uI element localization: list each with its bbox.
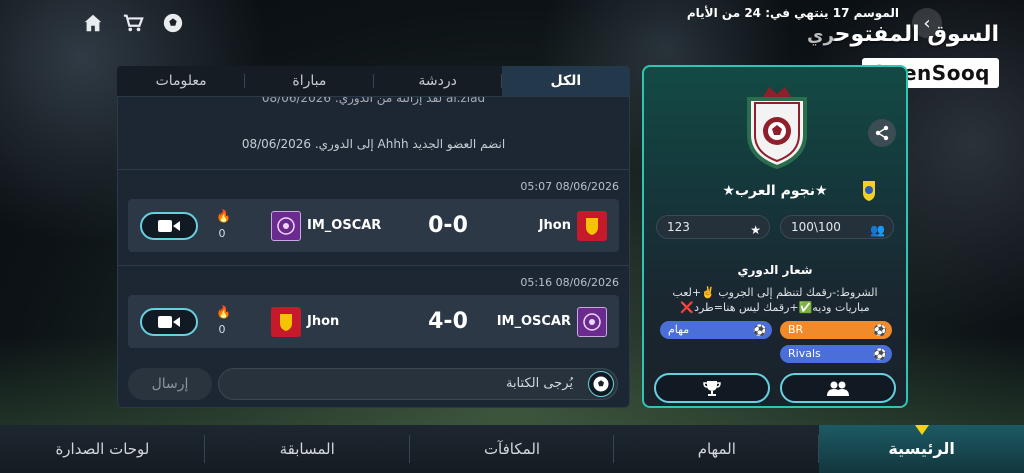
league-crest-icon [747,87,807,169]
fire-icon: 🔥 [216,305,231,319]
members-stat: 100\100 👥 [780,215,894,239]
fire-icon: 🔥 [216,209,231,223]
br-tag: BR ⚽ [780,321,892,339]
chat-placeholder: يُرجى الكتابة [505,376,573,391]
feed-tabs: الكل دردشة مباراة معلومات [117,66,630,96]
tab-match[interactable]: مباراة [245,66,374,96]
nav-tasks[interactable]: المهام [614,425,820,473]
emoji-ball-icon[interactable] [588,371,614,397]
match-row[interactable]: 🔥 0 IM_OSCAR 0-0 Jhon [128,199,619,252]
video-camera-icon [158,219,180,232]
tab-all[interactable]: الكل [501,66,630,96]
ball-icon: ⚽ [753,324,767,337]
nav-rewards[interactable]: المكافآت [410,425,615,473]
video-camera-icon [158,315,180,328]
trophy-icon [703,381,721,396]
ball-icon: ⚽ [873,348,887,361]
users-icon: 👥 [870,223,885,237]
star-badge-icon: ★ [750,223,761,237]
fire-count: 0 [218,227,226,240]
fire-count: 0 [218,323,226,336]
match-score: 0-0 [428,213,468,238]
trophies-stat: 123 ★ [656,215,770,239]
system-message: al.ziad لقد إزالته من الدوري. 08/06/2026 [261,96,486,105]
team-badge [271,306,301,337]
members-count: 100\100 [791,220,841,234]
nav-competition[interactable]: المسابقة [205,425,410,473]
team-name: IM_OSCAR [307,218,382,233]
team-badge [577,306,607,337]
nav-leaderboards[interactable]: لوحات الصدارة [0,425,205,473]
send-button[interactable]: إرسال [128,368,212,400]
tab-chat[interactable]: دردشة [374,66,503,96]
team-badge [577,210,607,241]
motto-title: شعار الدوري [737,263,813,277]
team-name: Jhon [538,218,571,233]
away-team: IM_OSCAR [271,210,382,241]
ball-icon[interactable] [160,10,186,36]
brand-arabic-text: السوق المفتوح [834,22,999,47]
watch-replay-button[interactable] [140,211,198,240]
season-countdown: الموسم 17 ينتهي في: 24 من الأيام [686,6,899,20]
league-name: ★نجوم العرب★ [722,183,828,199]
league-card: ★نجوم العرب★ 100\100 👥 123 ★ شعار الدوري… [642,65,908,408]
share-button[interactable] [868,119,896,147]
team-badge [271,210,301,241]
bottom-navigation: الرئيسية المهام المكافآت المسابقة لوحات … [0,425,1024,473]
tasks-tag: مهام ⚽ [660,321,772,339]
users-icon [827,381,849,396]
brand-arabic-suffix: ري [806,25,835,46]
watch-replay-button[interactable] [140,307,198,336]
activity-feed: al.ziad لقد إزالته من الدوري. 08/06/2026… [117,96,630,408]
away-team: Jhon [271,306,340,337]
members-button[interactable] [780,373,896,403]
system-message: انضم العضو الجديد Ahhh إلى الدوري. 08/06… [241,137,506,151]
team-name: Jhon [307,314,340,329]
cart-icon[interactable] [120,10,146,36]
rivals-tag: Rivals ⚽ [780,345,892,363]
trophies-count: 123 [667,220,690,234]
home-team: IM_OSCAR [496,306,607,337]
trophy-button[interactable] [654,373,770,403]
share-icon [875,125,889,141]
match-row[interactable]: 🔥 0 Jhon 4-0 IM_OSCAR [128,295,619,348]
tab-info[interactable]: معلومات [117,66,246,96]
divider [118,265,629,266]
divider [118,169,629,170]
match-time: 05:16 08/06/2026 [520,276,619,289]
match-score: 4-0 [428,309,468,334]
team-name: IM_OSCAR [496,314,571,329]
home-team: Jhon [538,210,607,241]
chat-bar: إرسال يُرجى الكتابة [118,361,629,407]
top-toolbar [80,10,186,36]
nav-home[interactable]: الرئيسية [819,425,1024,473]
chat-input[interactable]: يُرجى الكتابة [218,368,618,400]
brand-arabic: السوق المفتوحري [803,22,999,47]
home-icon[interactable] [80,10,106,36]
motto-text: الشروط:-رقمك لتنظم إلى الجروب ✌️+لعب مبا… [672,286,878,314]
match-time: 05:07 08/06/2026 [520,180,619,193]
ball-icon: ⚽ [873,324,887,337]
